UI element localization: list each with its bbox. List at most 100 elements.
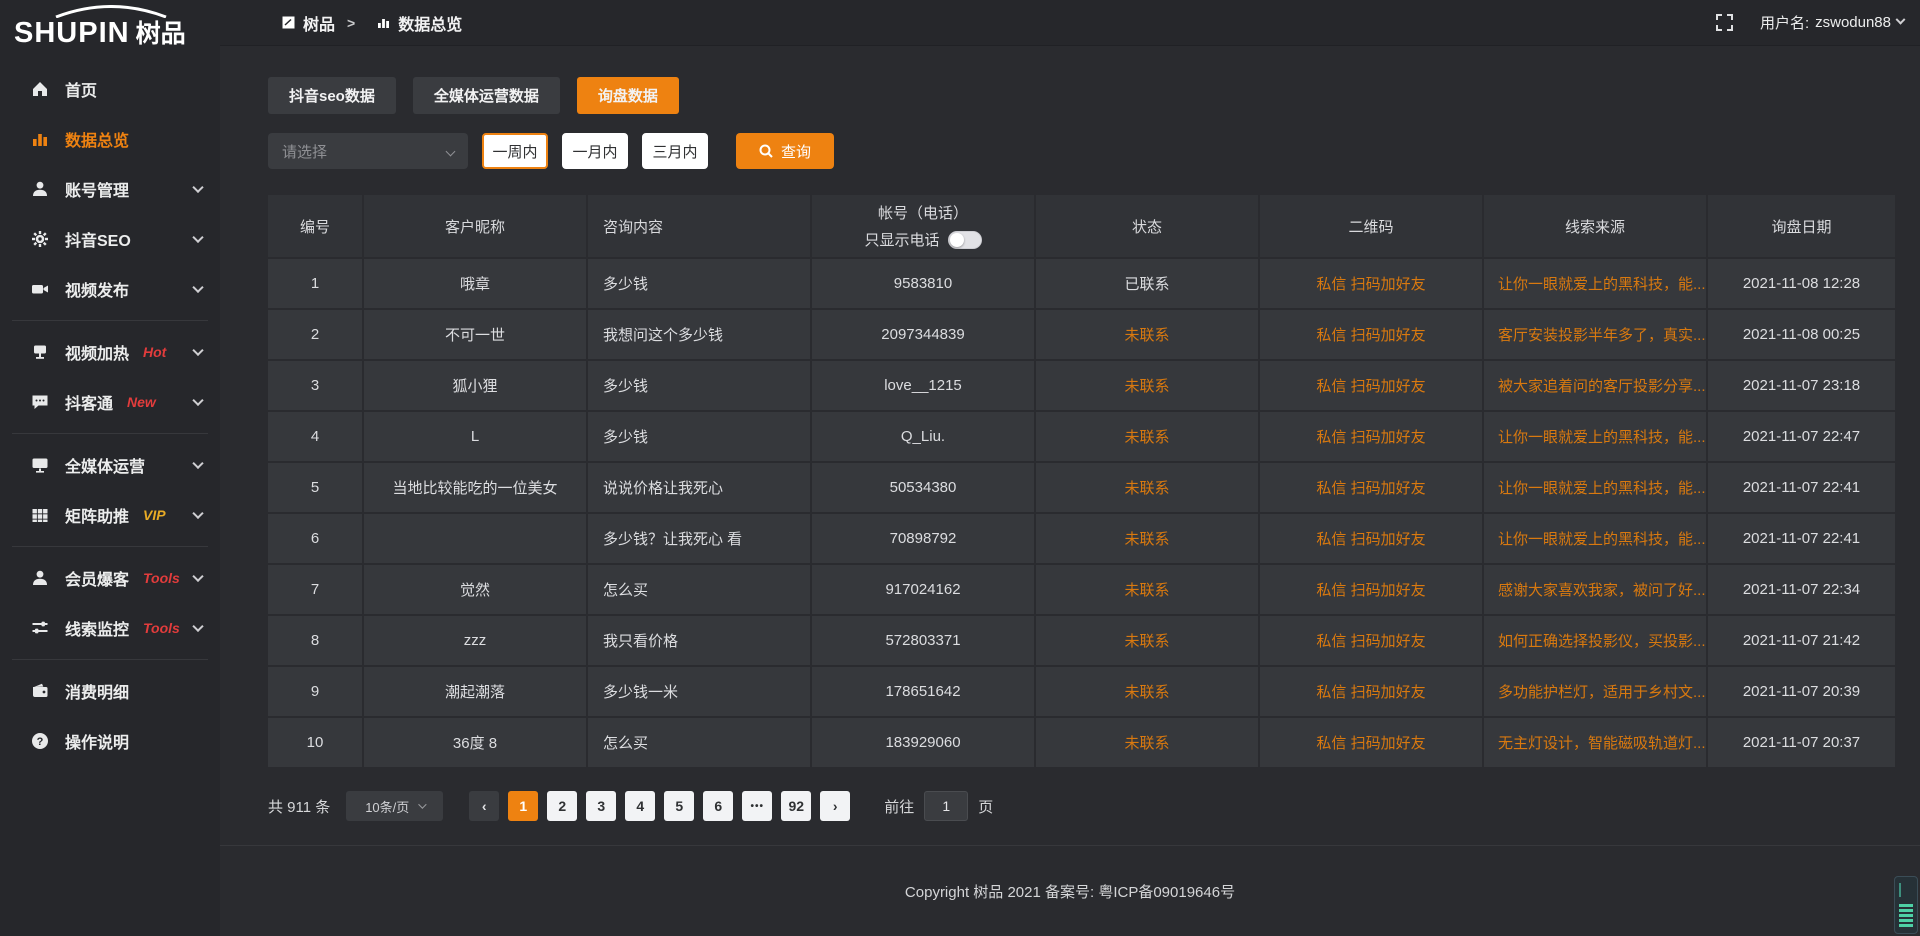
- page-button-2[interactable]: 2: [547, 791, 577, 821]
- cell-source-link[interactable]: 让你一眼就爱上的黑科技，能...: [1484, 412, 1706, 461]
- chat-bubble-icon: [30, 392, 50, 412]
- mini-widget[interactable]: [1894, 876, 1918, 934]
- chevron-down-icon: [418, 800, 426, 808]
- phone-toggle-label: 只显示电话: [864, 229, 939, 250]
- tab-omnimedia-data[interactable]: 全媒体运营数据: [413, 77, 560, 114]
- username-value: zswodun88: [1815, 14, 1891, 31]
- prev-page-button[interactable]: ‹: [469, 791, 499, 821]
- period-month-button[interactable]: 一月内: [562, 133, 628, 169]
- cell-qr-link[interactable]: 私信 扫码加好友: [1260, 412, 1482, 461]
- cell-source-link[interactable]: 客厅安装投影半年多了，真实...: [1484, 310, 1706, 359]
- user-menu[interactable]: 用户名: zswodun88: [1760, 12, 1904, 33]
- sidebar-item-video-heat[interactable]: 视频加热 Hot: [0, 327, 220, 377]
- cell-content: 我只看价格: [588, 616, 810, 665]
- page-size-value: 10条/页: [365, 797, 409, 816]
- sidebar-item-account-mgmt[interactable]: 账号管理: [0, 164, 220, 214]
- menu-divider: [12, 659, 208, 660]
- page-size-select[interactable]: 10条/页: [346, 791, 443, 821]
- cell-source-link[interactable]: 让你一眼就爱上的黑科技，能...: [1484, 259, 1706, 308]
- page-button-6[interactable]: 6: [703, 791, 733, 821]
- cell-source-link[interactable]: 如何正确选择投影仪，买投影...: [1484, 616, 1706, 665]
- sidebar-item-douketong[interactable]: 抖客通 New: [0, 377, 220, 427]
- sidebar-item-member-burst[interactable]: 会员爆客 Tools: [0, 553, 220, 603]
- breadcrumb-home-icon: [282, 16, 295, 29]
- cell-source-link[interactable]: 被大家追着问的客厅投影分享...: [1484, 361, 1706, 410]
- tab-inquiry-data[interactable]: 询盘数据: [577, 77, 679, 114]
- cell-status: 未联系: [1036, 412, 1258, 461]
- username-label: 用户名:: [1760, 12, 1809, 33]
- page-button-5[interactable]: 5: [664, 791, 694, 821]
- cell-nickname: 不可一世: [364, 310, 586, 359]
- next-page-button[interactable]: ›: [820, 791, 850, 821]
- cell-date: 2021-11-07 21:42: [1708, 616, 1895, 665]
- sidebar-item-matrix-boost[interactable]: 矩阵助推 VIP: [0, 490, 220, 540]
- cell-date: 2021-11-07 23:18: [1708, 361, 1895, 410]
- page-button-92[interactable]: 92: [781, 791, 811, 821]
- user-icon: [30, 568, 50, 588]
- cell-account: 183929060: [812, 718, 1034, 767]
- cell-qr-link[interactable]: 私信 扫码加好友: [1260, 616, 1482, 665]
- filter-select[interactable]: 请选择: [268, 133, 468, 169]
- page-button-3[interactable]: 3: [586, 791, 616, 821]
- app-logo: SHUPIN树品: [0, 0, 220, 62]
- gear-icon: [30, 229, 50, 249]
- query-button[interactable]: 查询: [736, 133, 834, 169]
- cell-qr-link[interactable]: 私信 扫码加好友: [1260, 667, 1482, 716]
- cell-qr-link[interactable]: 私信 扫码加好友: [1260, 718, 1482, 767]
- sidebar-item-label: 首页: [65, 77, 97, 101]
- cell-status: 未联系: [1036, 565, 1258, 614]
- sliders-icon: [30, 618, 50, 638]
- period-quarter-button[interactable]: 三月内: [642, 133, 708, 169]
- page-button-4[interactable]: 4: [625, 791, 655, 821]
- cell-account: 917024162: [812, 565, 1034, 614]
- cell-content: 说说价格让我死心: [588, 463, 810, 512]
- cell-no: 8: [268, 616, 362, 665]
- sidebar-item-label: 抖音SEO: [65, 227, 131, 251]
- cell-source-link[interactable]: 让你一眼就爱上的黑科技，能...: [1484, 463, 1706, 512]
- cell-source-link[interactable]: 多功能护栏灯，适用于乡村文...: [1484, 667, 1706, 716]
- filter-select-placeholder: 请选择: [282, 141, 327, 162]
- cell-qr-link[interactable]: 私信 扫码加好友: [1260, 259, 1482, 308]
- goto-page-input[interactable]: [924, 791, 968, 821]
- cell-no: 5: [268, 463, 362, 512]
- sidebar-item-video-publish[interactable]: 视频发布: [0, 264, 220, 314]
- cell-nickname: 当地比较能吃的一位美女: [364, 463, 586, 512]
- cell-date: 2021-11-08 12:28: [1708, 259, 1895, 308]
- sidebar-item-data-overview[interactable]: 数据总览: [0, 114, 220, 164]
- sidebar-item-help[interactable]: ? 操作说明: [0, 716, 220, 766]
- sidebar-item-lead-monitor[interactable]: 线索监控 Tools: [0, 603, 220, 653]
- cell-qr-link[interactable]: 私信 扫码加好友: [1260, 565, 1482, 614]
- chevron-down-icon: [192, 458, 203, 469]
- cell-qr-link[interactable]: 私信 扫码加好友: [1260, 310, 1482, 359]
- cell-status: 未联系: [1036, 310, 1258, 359]
- tab-douyin-seo-data[interactable]: 抖音seo数据: [268, 77, 396, 114]
- page-ellipsis-button[interactable]: •••: [742, 791, 772, 821]
- cell-qr-link[interactable]: 私信 扫码加好友: [1260, 463, 1482, 512]
- phone-only-toggle[interactable]: [948, 231, 982, 249]
- cell-source-link[interactable]: 感谢大家喜欢我家，被问了好...: [1484, 565, 1706, 614]
- fullscreen-icon[interactable]: [1716, 14, 1734, 32]
- cell-content: 多少钱: [588, 412, 810, 461]
- sidebar-item-spending-detail[interactable]: 消费明细: [0, 666, 220, 716]
- header-account: 帐号（电话） 只显示电话: [812, 195, 1034, 257]
- sidebar-item-douyin-seo[interactable]: 抖音SEO: [0, 214, 220, 264]
- sidebar-item-label: 会员爆客: [65, 566, 129, 590]
- header-status: 状态: [1036, 195, 1258, 257]
- cell-content: 我想问这个多少钱: [588, 310, 810, 359]
- cell-qr-link[interactable]: 私信 扫码加好友: [1260, 361, 1482, 410]
- sidebar-menu: 首页 数据总览 账号管理 抖音SEO 视频发布 视频加热 Hot: [0, 62, 220, 766]
- page-button-1[interactable]: 1: [508, 791, 538, 821]
- chevron-down-icon: [446, 146, 456, 156]
- cell-qr-link[interactable]: 私信 扫码加好友: [1260, 514, 1482, 563]
- cell-source-link[interactable]: 无主灯设计，智能磁吸轨道灯...: [1484, 718, 1706, 767]
- breadcrumb-root[interactable]: 树品: [303, 11, 335, 35]
- cell-source-link[interactable]: 让你一眼就爱上的黑科技，能...: [1484, 514, 1706, 563]
- period-week-button[interactable]: 一周内: [482, 133, 548, 169]
- screen-stand-icon: [30, 342, 50, 362]
- menu-divider: [12, 320, 208, 321]
- sidebar-item-home[interactable]: 首页: [0, 64, 220, 114]
- cell-account: 9583810: [812, 259, 1034, 308]
- chevron-down-icon: [192, 232, 203, 243]
- sidebar-item-omnimedia[interactable]: 全媒体运营: [0, 440, 220, 490]
- sidebar-item-label: 矩阵助推: [65, 503, 129, 527]
